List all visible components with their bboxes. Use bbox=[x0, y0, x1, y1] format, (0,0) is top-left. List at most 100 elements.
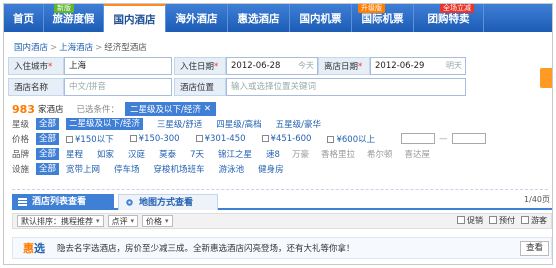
nav-domestic-hotel[interactable]: 国内酒店 bbox=[104, 4, 166, 32]
nav-domestic-flight[interactable]: 国内机票 bbox=[290, 4, 352, 32]
huixuan-logo: 惠选 bbox=[23, 242, 45, 255]
nav-intl-flight[interactable]: 国际机票 升级版 bbox=[352, 4, 414, 32]
filter-option[interactable]: ¥301-450 bbox=[195, 134, 246, 144]
upgrade-badge: 升级版 bbox=[358, 4, 385, 13]
map-pin-icon bbox=[126, 199, 133, 206]
filter-option[interactable]: ¥150-300 bbox=[129, 134, 180, 144]
banner-text: 隐去名字选酒店，房价至少减三成。全新惠选酒店闪亮登场，还有大礼等你拿！ bbox=[57, 244, 355, 254]
filter-all[interactable]: 全部 bbox=[36, 162, 60, 175]
chevron-down-icon: ▾ bbox=[165, 217, 169, 225]
checkin-hint: 今天 bbox=[298, 61, 314, 70]
filter-row-facility: 设施 全部 宽带上网 停车场 穿梭机场班车 游泳池 健身房 bbox=[12, 161, 552, 176]
filter-key: 价格 bbox=[12, 134, 30, 145]
top-nav: 首页 旅游度假 新版 国内酒店 海外酒店 惠选酒店 国内机票 国际机票 升级版 团购… bbox=[4, 4, 552, 32]
filter-option[interactable]: 7天 bbox=[190, 148, 204, 160]
filter-option[interactable]: 停车场 bbox=[114, 163, 140, 175]
page-frame: 首页 旅游度假 新版 国内酒店 海外酒店 惠选酒店 国内机票 国际机票 升级版 团购… bbox=[3, 3, 553, 265]
city-label: 入住城市* bbox=[8, 57, 64, 75]
nav-label: 海外酒店 bbox=[175, 12, 218, 25]
filter-option[interactable]: 喜达屋 bbox=[404, 148, 430, 160]
filter-all[interactable]: 全部 bbox=[36, 147, 60, 160]
chevron-down-icon: ▾ bbox=[96, 217, 100, 225]
filter-key: 品牌 bbox=[12, 149, 30, 160]
promo-badge: 全场立减 bbox=[440, 4, 474, 13]
filter-option[interactable]: 四星级/高档 bbox=[216, 118, 261, 130]
tab-label: 地图方式查看 bbox=[139, 198, 194, 208]
nav-group-buy[interactable]: 团购特卖 全场立减 bbox=[414, 4, 484, 32]
search-button[interactable] bbox=[540, 68, 552, 88]
breadcrumb: 国内酒店 > 上海酒店 > 经济型酒店 bbox=[14, 41, 147, 53]
filter-option[interactable]: 三星级/舒适 bbox=[157, 118, 202, 130]
promo-checkbox[interactable]: 促销 bbox=[457, 215, 483, 226]
filter-option[interactable]: ¥600以上 bbox=[327, 133, 375, 145]
nav-label: 国内酒店 bbox=[113, 13, 156, 26]
filter-option[interactable]: 穿梭机场班车 bbox=[154, 163, 205, 175]
filter-option[interactable]: 莫泰 bbox=[159, 148, 176, 160]
condition-chip[interactable]: 二星级及以下/经济 ✕ bbox=[125, 102, 216, 116]
default-sort-select[interactable]: 默认排序：携程推荐 ▾ bbox=[17, 215, 104, 227]
checkin-label: 入住日期* bbox=[174, 57, 226, 75]
filter-option[interactable]: 游泳池 bbox=[219, 163, 245, 175]
filter-option[interactable]: ¥451-600 bbox=[261, 134, 311, 144]
tab-map-view[interactable]: 地图方式查看 bbox=[118, 194, 218, 210]
chevron-down-icon: ▾ bbox=[130, 217, 135, 225]
filter-option[interactable]: 万豪 bbox=[292, 148, 309, 160]
price-sort-button[interactable]: 价格 ▾ bbox=[142, 215, 173, 227]
checkbox-icon[interactable] bbox=[327, 135, 335, 143]
selected-conditions-label: 已选条件： bbox=[76, 105, 119, 115]
breadcrumb-separator: > bbox=[50, 43, 58, 53]
breadcrumb-separator: > bbox=[95, 43, 103, 53]
checkbox-icon[interactable] bbox=[261, 134, 269, 142]
checkbox-icon[interactable] bbox=[66, 135, 74, 143]
result-summary: 983 家酒店 已选条件： 二星级及以下/经济 ✕ bbox=[12, 102, 216, 116]
tab-list-view[interactable]: 酒店列表查看 bbox=[12, 194, 114, 210]
filter-option[interactable]: 健身房 bbox=[258, 163, 284, 175]
filter-option[interactable]: 宽带上网 bbox=[66, 163, 100, 175]
nav-huixuan-hotel[interactable]: 惠选酒店 bbox=[228, 4, 290, 32]
filter-option[interactable]: 汉庭 bbox=[128, 148, 145, 160]
rating-sort-button[interactable]: 点评 ▾ bbox=[107, 215, 139, 227]
checkout-label: 离店日期* bbox=[318, 57, 370, 75]
filter-option[interactable]: 希尔顿 bbox=[367, 148, 393, 160]
nav-label: 惠选酒店 bbox=[237, 12, 280, 25]
nav-home[interactable]: 首页 bbox=[4, 4, 44, 32]
breadcrumb-root[interactable]: 国内酒店 bbox=[14, 43, 48, 53]
checkout-date-input[interactable]: 2012-06-29 明天 bbox=[370, 57, 466, 75]
filter-option[interactable]: 五星级/豪华 bbox=[276, 118, 321, 130]
filter-option[interactable]: 锦江之星 bbox=[218, 148, 252, 160]
sort-bar: 默认排序：携程推荐 ▾ 点评 ▾ 价格 ▾ 促销 预付 游客 bbox=[12, 213, 552, 229]
breadcrumb-current: 经济型酒店 bbox=[104, 43, 147, 53]
guest-checkbox[interactable]: 游客 bbox=[521, 215, 547, 226]
breadcrumb-city[interactable]: 上海酒店 bbox=[59, 43, 93, 53]
filter-option[interactable]: 香格里拉 bbox=[321, 148, 355, 160]
checkbox-icon[interactable] bbox=[195, 134, 203, 142]
filter-row-brand: 品牌 全部 星程 如家 汉庭 莫泰 7天 锦江之星 速8 万豪 香格里拉 希尔顿… bbox=[12, 146, 552, 161]
page-indicator: 1/40页 bbox=[524, 195, 550, 204]
new-badge: 新版 bbox=[54, 4, 74, 13]
filter-option[interactable]: 速8 bbox=[266, 148, 280, 160]
result-count: 983 bbox=[12, 102, 35, 116]
nav-overseas-hotel[interactable]: 海外酒店 bbox=[166, 4, 228, 32]
checkout-hint: 明天 bbox=[446, 61, 462, 70]
filter-option[interactable]: 二星级及以下/经济 bbox=[66, 117, 143, 130]
list-icon bbox=[18, 198, 27, 206]
hotel-name-input[interactable]: 中文/拼音 bbox=[64, 78, 172, 96]
result-count-suffix: 家酒店 bbox=[37, 105, 64, 115]
filter-all[interactable]: 全部 bbox=[36, 117, 60, 130]
filter-panel: 星级 全部 二星级及以下/经济 三星级/舒适 四星级/高档 五星级/豪华 价格 … bbox=[12, 116, 552, 176]
checkin-date-input[interactable]: 2012-06-28 今天 bbox=[226, 57, 318, 75]
price-min-input[interactable] bbox=[401, 133, 436, 144]
checkbox-icon[interactable] bbox=[129, 134, 137, 142]
prepay-checkbox[interactable]: 预付 bbox=[489, 215, 515, 226]
city-input[interactable]: 上海 bbox=[64, 57, 172, 75]
filter-option[interactable]: 如家 bbox=[97, 148, 114, 160]
close-icon[interactable]: ✕ bbox=[204, 104, 211, 114]
filter-option[interactable]: ¥150以下 bbox=[66, 133, 114, 145]
price-max-input[interactable] bbox=[451, 133, 486, 144]
view-button[interactable]: 查看 bbox=[519, 241, 549, 256]
nav-vacation[interactable]: 旅游度假 新版 bbox=[44, 4, 104, 32]
location-input[interactable]: 输入或选择位置关键词 bbox=[226, 78, 466, 96]
search-form: 入住城市* 上海 入住日期* 2012-06-28 今天 离店日期* 2012-0… bbox=[8, 57, 552, 99]
filter-all[interactable]: 全部 bbox=[36, 132, 60, 145]
filter-option[interactable]: 星程 bbox=[66, 148, 83, 160]
